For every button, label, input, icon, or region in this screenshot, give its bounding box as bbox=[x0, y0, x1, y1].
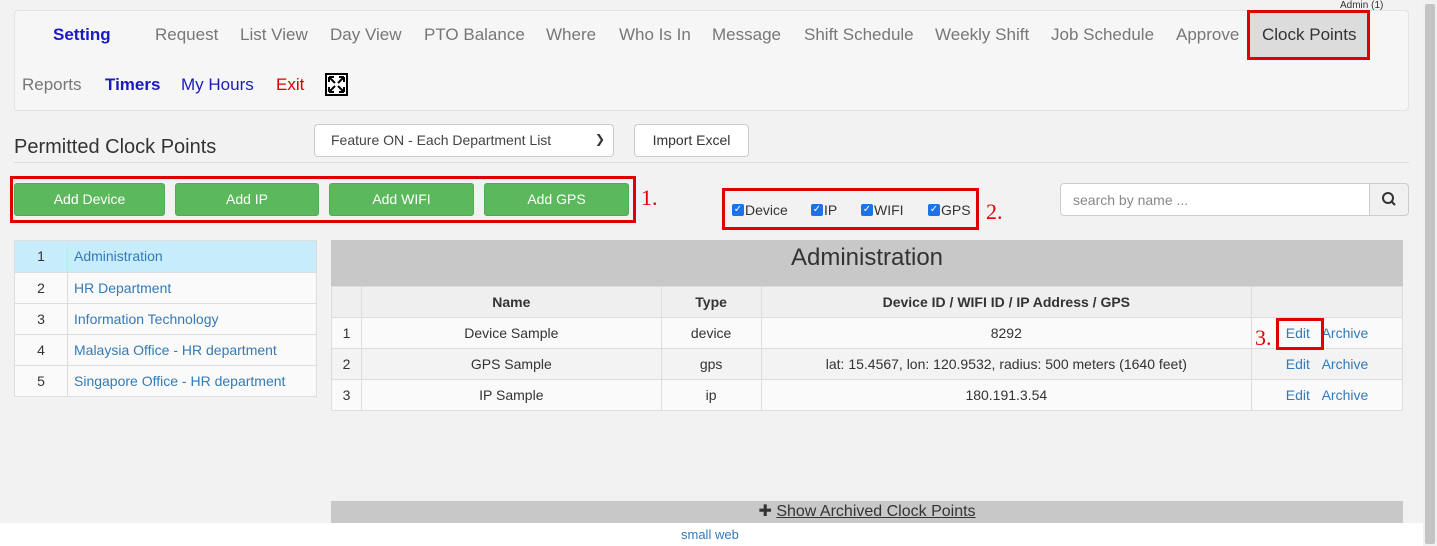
department-list: 1 Administration 2 HR Department 3 Infor… bbox=[14, 240, 317, 397]
add-gps-button[interactable]: Add GPS bbox=[484, 183, 629, 216]
department-link[interactable]: Singapore Office - HR department bbox=[68, 366, 285, 396]
panel-title: Administration bbox=[331, 240, 1403, 286]
vertical-scrollbar[interactable] bbox=[1423, 0, 1437, 546]
filter-wifi[interactable]: ✓ WIFI bbox=[861, 202, 904, 218]
nav-where[interactable]: Where bbox=[546, 25, 596, 45]
list-item[interactable]: 2 HR Department bbox=[15, 272, 316, 303]
filter-gps[interactable]: ✓ GPS bbox=[928, 202, 971, 218]
checkbox-checked-icon[interactable]: ✓ bbox=[928, 204, 940, 216]
nav-message[interactable]: Message bbox=[712, 25, 781, 45]
scrollbar-thumb[interactable] bbox=[1425, 4, 1435, 544]
show-archived-label[interactable]: Show Archived Clock Points bbox=[776, 503, 975, 520]
nav-list-view[interactable]: List View bbox=[240, 25, 308, 45]
nav-request[interactable]: Request bbox=[155, 25, 218, 45]
nav-setting[interactable]: Setting bbox=[53, 25, 111, 45]
department-link[interactable]: HR Department bbox=[68, 273, 171, 303]
list-item[interactable]: 3 Information Technology bbox=[15, 303, 316, 334]
search-button[interactable] bbox=[1369, 183, 1409, 216]
checkbox-checked-icon[interactable]: ✓ bbox=[732, 204, 744, 216]
show-archived-button[interactable]: ✚ Show Archived Clock Points bbox=[331, 501, 1403, 523]
filter-device[interactable]: ✓ Device bbox=[732, 202, 788, 218]
nav-timers[interactable]: Timers bbox=[105, 75, 160, 95]
divider bbox=[14, 162, 1409, 163]
nav-reports[interactable]: Reports bbox=[22, 75, 82, 95]
department-link[interactable]: Malaysia Office - HR department bbox=[68, 335, 277, 365]
nav-approve[interactable]: Approve bbox=[1176, 25, 1239, 45]
department-link[interactable]: Information Technology bbox=[68, 304, 219, 334]
column-id: Device ID / WIFI ID / IP Address / GPS bbox=[760, 286, 1253, 318]
search-icon bbox=[1382, 192, 1396, 206]
clock-points-panel: Administration Name Type Device ID / WIF… bbox=[331, 240, 1403, 411]
edit-link[interactable]: Edit bbox=[1286, 387, 1310, 403]
filter-ip[interactable]: ✓ IP bbox=[811, 202, 837, 218]
nav-pto-balance[interactable]: PTO Balance bbox=[424, 25, 525, 45]
table-row: 2 GPS Sample gps lat: 15.4567, lon: 120.… bbox=[331, 348, 1403, 380]
table-row: 3 IP Sample ip 180.191.3.54 Edit Archive bbox=[331, 379, 1403, 411]
add-wifi-button[interactable]: Add WIFI bbox=[329, 183, 474, 216]
department-link[interactable]: Administration bbox=[68, 241, 163, 272]
footer-link[interactable]: small web bbox=[681, 527, 739, 542]
annotation-3: 3. bbox=[1255, 325, 1272, 350]
clock-points-table: Name Type Device ID / WIFI ID / IP Addre… bbox=[331, 286, 1403, 411]
search-input[interactable]: search by name ... bbox=[1060, 183, 1370, 216]
nav-my-hours[interactable]: My Hours bbox=[181, 75, 254, 95]
fullscreen-icon[interactable] bbox=[325, 73, 348, 96]
feature-select[interactable]: Feature ON - Each Department List ❯ bbox=[314, 124, 614, 157]
nav-day-view[interactable]: Day View bbox=[330, 25, 402, 45]
checkbox-checked-icon[interactable]: ✓ bbox=[811, 204, 823, 216]
nav-weekly-shift[interactable]: Weekly Shift bbox=[935, 25, 1029, 45]
chevron-down-icon: ❯ bbox=[594, 132, 605, 146]
add-device-button[interactable]: Add Device bbox=[14, 183, 165, 216]
plus-icon: ✚ bbox=[758, 503, 772, 520]
annotation-frame-3 bbox=[1276, 318, 1324, 350]
archive-link[interactable]: Archive bbox=[1322, 387, 1369, 403]
nav-clock-points[interactable]: Clock Points bbox=[1262, 25, 1356, 45]
list-item[interactable]: 5 Singapore Office - HR department bbox=[15, 365, 316, 396]
column-name: Name bbox=[360, 286, 662, 318]
list-item[interactable]: 1 Administration bbox=[15, 241, 316, 272]
edit-link[interactable]: Edit bbox=[1286, 356, 1310, 372]
search-placeholder: search by name ... bbox=[1073, 192, 1189, 208]
annotation-1: 1. bbox=[641, 185, 658, 210]
annotation-2: 2. bbox=[986, 199, 1003, 224]
archive-link[interactable]: Archive bbox=[1322, 356, 1369, 372]
column-type: Type bbox=[660, 286, 762, 318]
add-ip-button[interactable]: Add IP bbox=[175, 183, 319, 216]
import-excel-button[interactable]: Import Excel bbox=[634, 124, 749, 157]
nav-shift-schedule[interactable]: Shift Schedule bbox=[804, 25, 914, 45]
checkbox-checked-icon[interactable]: ✓ bbox=[861, 204, 873, 216]
nav-job-schedule[interactable]: Job Schedule bbox=[1051, 25, 1154, 45]
feature-select-value: Feature ON - Each Department List bbox=[331, 132, 552, 148]
page-title: Permitted Clock Points bbox=[14, 136, 217, 158]
nav-exit[interactable]: Exit bbox=[276, 75, 304, 95]
list-item[interactable]: 4 Malaysia Office - HR department bbox=[15, 334, 316, 365]
archive-link[interactable]: Archive bbox=[1322, 325, 1369, 341]
table-row: 1 Device Sample device 8292 Edit Archive bbox=[331, 317, 1403, 349]
nav-who-is-in[interactable]: Who Is In bbox=[619, 25, 691, 45]
